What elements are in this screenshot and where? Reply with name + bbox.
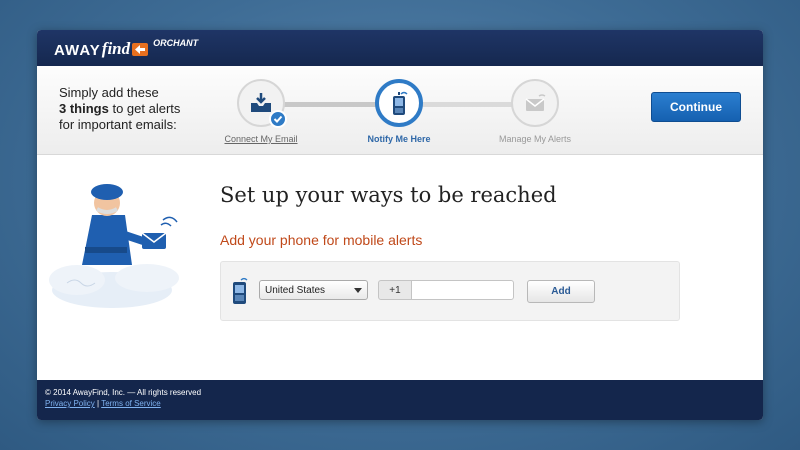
phone-number-input[interactable] <box>411 280 514 300</box>
mobile-phone-icon <box>393 91 408 115</box>
checkmark-icon <box>269 110 287 128</box>
setup-steps-panel: Simply add these 3 things to get alerts … <box>37 66 763 155</box>
footer: © 2014 AwayFind, Inc. — All rights reser… <box>37 380 763 420</box>
intro-bold: 3 things <box>59 101 109 116</box>
phone-form: United States +1 Add <box>220 261 680 321</box>
intro-line-2: 3 things to get alerts <box>59 101 180 117</box>
link-separator: | <box>97 399 100 408</box>
logo-away-text: AWAY <box>54 42 101 59</box>
page-title: Set up your ways to be reached <box>220 183 557 207</box>
country-select[interactable]: United States <box>259 280 368 300</box>
logo-suffix-text: ORCHANT <box>153 38 199 48</box>
main-content: Set up your ways to be reached Add your … <box>37 155 763 381</box>
envelope-icon <box>525 94 546 111</box>
top-bar: AWAY find ORCHANT <box>37 30 763 66</box>
mobile-phone-icon <box>233 277 248 304</box>
intro-line-3: for important emails: <box>59 117 177 132</box>
copyright-text: © 2014 AwayFind, Inc. — All rights reser… <box>45 388 202 397</box>
country-select-value: United States <box>265 284 326 296</box>
awayfind-logo[interactable]: AWAY find ORCHANT <box>54 38 199 59</box>
chevron-down-icon <box>354 288 362 293</box>
logo-arrow-icon <box>132 43 149 56</box>
step-manage-alerts: Manage My Alerts <box>475 79 595 144</box>
footer-links: Privacy Policy | Terms of Service <box>45 399 161 408</box>
app-window: AWAY find ORCHANT Simply add these 3 thi… <box>37 30 763 420</box>
step-label[interactable]: Connect My Email <box>201 134 321 144</box>
step-notify-me[interactable]: Notify Me Here <box>339 79 459 144</box>
mascot-illustration <box>49 184 179 308</box>
setup-intro: Simply add these 3 things to get alerts … <box>59 85 180 133</box>
step-circle <box>375 79 423 127</box>
step-circle <box>511 79 559 127</box>
logo-find-text: find <box>101 39 131 58</box>
country-code: +1 <box>378 280 412 300</box>
add-phone-button[interactable]: Add <box>527 280 595 303</box>
privacy-policy-link[interactable]: Privacy Policy <box>45 399 95 408</box>
step-circle <box>237 79 287 128</box>
step-label: Manage My Alerts <box>498 134 572 144</box>
step-connect-email[interactable]: Connect My Email <box>201 79 321 144</box>
terms-of-service-link[interactable]: Terms of Service <box>101 399 161 408</box>
continue-button[interactable]: Continue <box>651 92 741 122</box>
intro-line-2-rest: to get alerts <box>108 101 181 116</box>
step-label: Notify Me Here <box>367 134 431 144</box>
section-subtitle: Add your phone for mobile alerts <box>220 232 423 248</box>
intro-line-1: Simply add these <box>59 85 159 100</box>
